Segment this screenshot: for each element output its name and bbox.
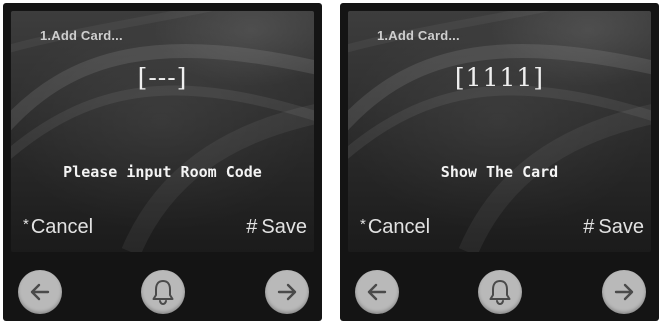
bell-icon <box>489 280 511 306</box>
back-arrow-icon <box>30 283 50 301</box>
forward-arrow-icon <box>614 283 634 301</box>
menu-title: 1.Add Card... <box>40 28 123 43</box>
device-panel-show-card: 1.Add Card... [1111] Show The Card * Canc… <box>340 3 659 321</box>
call-button[interactable] <box>478 270 522 314</box>
instruction-text: Please input Room Code <box>63 163 262 181</box>
back-button[interactable] <box>355 270 399 314</box>
save-label: Save <box>598 216 644 238</box>
call-button[interactable] <box>141 270 185 314</box>
room-code-display: [---] <box>137 63 188 92</box>
cancel-label: Cancel <box>367 216 431 238</box>
device-panel-room-code: 1.Add Card... [---] Please input Room Co… <box>3 3 322 321</box>
forward-arrow-icon <box>277 283 297 301</box>
display-screen: 1.Add Card... [---] Please input Room Co… <box>11 11 314 252</box>
cancel-label: Cancel <box>30 216 94 238</box>
save-key-label: # <box>583 216 595 238</box>
bell-icon <box>152 280 174 306</box>
save-label: Save <box>261 216 307 238</box>
cancel-key-label: * <box>360 216 366 233</box>
forward-button[interactable] <box>265 270 309 314</box>
instruction-text: Show The Card <box>440 163 559 181</box>
menu-title: 1.Add Card... <box>377 28 460 43</box>
save-key-label: # <box>246 216 258 238</box>
canvas: 1.Add Card... [---] Please input Room Co… <box>0 0 659 324</box>
save-button[interactable]: # Save <box>583 216 644 239</box>
cancel-key-label: * <box>23 216 29 233</box>
forward-button[interactable] <box>602 270 646 314</box>
cancel-button[interactable]: * Cancel <box>23 216 93 239</box>
save-button[interactable]: # Save <box>246 216 307 239</box>
room-code-display: [1111] <box>454 63 545 92</box>
back-arrow-icon <box>367 283 387 301</box>
back-button[interactable] <box>18 270 62 314</box>
display-screen: 1.Add Card... [1111] Show The Card * Canc… <box>348 11 651 252</box>
cancel-button[interactable]: * Cancel <box>360 216 430 239</box>
